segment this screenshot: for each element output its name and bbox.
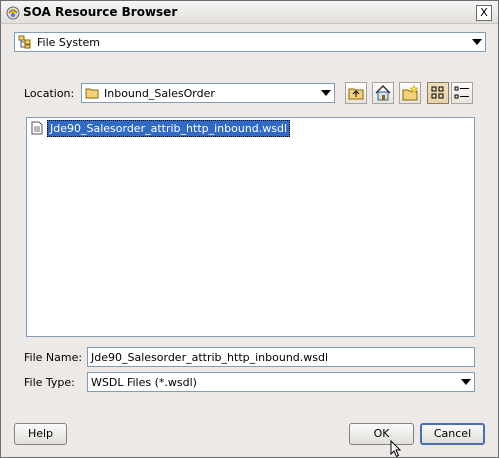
cancel-button[interactable]: Cancel: [420, 423, 485, 445]
close-button[interactable]: X: [476, 5, 492, 21]
new-folder-icon: [402, 84, 419, 101]
app-icon: [6, 6, 20, 20]
list-view-icon: [431, 86, 444, 99]
location-label: Location:: [24, 87, 75, 100]
file-name-label: File Name:: [24, 351, 83, 364]
source-combo[interactable]: File System: [14, 32, 486, 52]
close-icon: X: [480, 6, 488, 19]
dialog-title: SOA Resource Browser: [23, 5, 178, 19]
file-name-text: Jde90_Salesorder_attrib_http_inbound.wsd…: [47, 120, 291, 137]
up-folder-icon: [348, 88, 364, 100]
tree-icon: [18, 35, 31, 49]
ok-button[interactable]: OK: [349, 423, 414, 445]
source-combo-value: File System: [37, 36, 100, 49]
chevron-down-icon[interactable]: [461, 379, 471, 385]
list-view-button[interactable]: [427, 82, 449, 104]
title-bar[interactable]: SOA Resource Browser X: [1, 1, 498, 24]
dialog-window: SOA Resource Browser X File System Locat…: [0, 0, 499, 458]
chevron-down-icon[interactable]: [472, 39, 482, 45]
file-name-field[interactable]: Jde90_Salesorder_attrib_http_inbound.wsd…: [87, 347, 475, 367]
file-icon: [31, 121, 43, 135]
file-name-value: Jde90_Salesorder_attrib_http_inbound.wsd…: [91, 351, 329, 364]
details-view-icon: [454, 86, 469, 99]
location-combo[interactable]: Inbound_SalesOrder: [81, 83, 335, 103]
new-folder-button[interactable]: [399, 82, 421, 104]
location-value: Inbound_SalesOrder: [104, 87, 215, 100]
home-button[interactable]: [372, 82, 394, 104]
home-icon: [375, 84, 391, 101]
up-folder-button[interactable]: [345, 82, 367, 104]
mouse-cursor-icon: [390, 440, 402, 458]
file-type-label: File Type:: [24, 376, 75, 389]
help-button[interactable]: Help: [14, 423, 67, 445]
folder-icon: [85, 88, 99, 99]
file-list[interactable]: Jde90_Salesorder_attrib_http_inbound.wsd…: [26, 117, 475, 337]
chevron-down-icon[interactable]: [321, 90, 331, 96]
file-type-value: WSDL Files (*.wsdl): [91, 376, 197, 389]
file-type-combo[interactable]: WSDL Files (*.wsdl): [87, 372, 475, 392]
details-view-button[interactable]: [451, 82, 473, 104]
